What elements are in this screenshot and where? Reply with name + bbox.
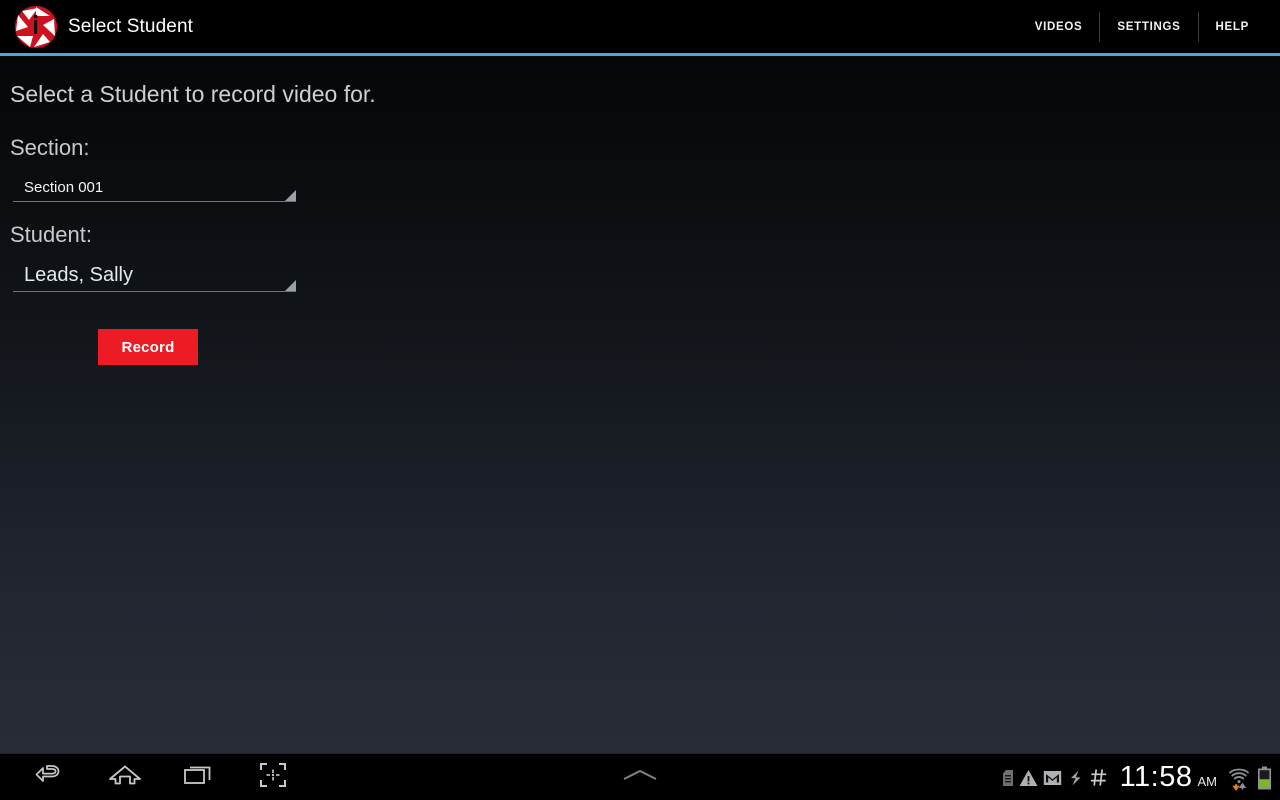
back-button[interactable] bbox=[14, 754, 88, 800]
app-root: Select Student VIDEOS SETTINGS HELP Sele… bbox=[0, 0, 1280, 800]
dropdown-triangle-icon bbox=[285, 280, 296, 291]
section-spinner-underline bbox=[13, 201, 296, 202]
record-button[interactable]: Record bbox=[98, 329, 198, 365]
recent-apps-button[interactable] bbox=[162, 754, 236, 800]
recent-apps-icon bbox=[181, 762, 217, 793]
menu-item-videos[interactable]: VIDEOS bbox=[1018, 10, 1100, 44]
notification-handle[interactable] bbox=[604, 754, 676, 800]
back-arrow-icon bbox=[34, 762, 68, 793]
section-label: Section: bbox=[10, 135, 90, 160]
hash-icon bbox=[1090, 768, 1108, 787]
usb-sync-icon bbox=[1067, 769, 1085, 787]
action-bar: Select Student VIDEOS SETTINGS HELP bbox=[0, 0, 1280, 53]
main-content: Select a Student to record video for. Se… bbox=[0, 56, 1280, 753]
instruction-text: Select a Student to record video for. bbox=[10, 81, 376, 107]
menu-item-settings[interactable]: SETTINGS bbox=[1100, 10, 1197, 44]
home-button[interactable] bbox=[88, 754, 162, 800]
section-spinner[interactable]: Section 001 bbox=[13, 170, 296, 202]
screenshot-button[interactable] bbox=[236, 754, 310, 800]
chevron-up-icon bbox=[620, 766, 660, 789]
page-title: Select Student bbox=[68, 15, 193, 37]
dropdown-triangle-icon bbox=[285, 190, 296, 201]
menu-item-help[interactable]: HELP bbox=[1199, 10, 1266, 44]
action-bar-menu: VIDEOS SETTINGS HELP bbox=[1018, 10, 1266, 44]
status-tray[interactable]: 11:58 AM bbox=[1002, 754, 1272, 800]
nav-buttons-group bbox=[14, 754, 310, 800]
section-spinner-value: Section 001 bbox=[24, 179, 104, 196]
battery-icon bbox=[1257, 766, 1272, 790]
student-label: Student: bbox=[10, 222, 92, 247]
app-logo-icon bbox=[12, 3, 60, 51]
gmail-icon bbox=[1043, 770, 1062, 786]
student-spinner-underline bbox=[13, 291, 296, 292]
clock-ampm: AM bbox=[1197, 774, 1218, 789]
wifi-signal-icon bbox=[1228, 765, 1252, 791]
sd-card-icon bbox=[1002, 769, 1014, 787]
status-clock: 11:58 AM bbox=[1120, 763, 1217, 792]
warning-triangle-icon bbox=[1019, 769, 1038, 787]
system-navigation-bar: 11:58 AM bbox=[0, 753, 1280, 800]
clock-time: 11:58 bbox=[1119, 761, 1193, 793]
home-icon bbox=[107, 762, 143, 793]
student-spinner[interactable]: Leads, Sally bbox=[13, 260, 296, 292]
screenshot-icon bbox=[258, 761, 288, 794]
student-spinner-value: Leads, Sally bbox=[24, 264, 133, 286]
